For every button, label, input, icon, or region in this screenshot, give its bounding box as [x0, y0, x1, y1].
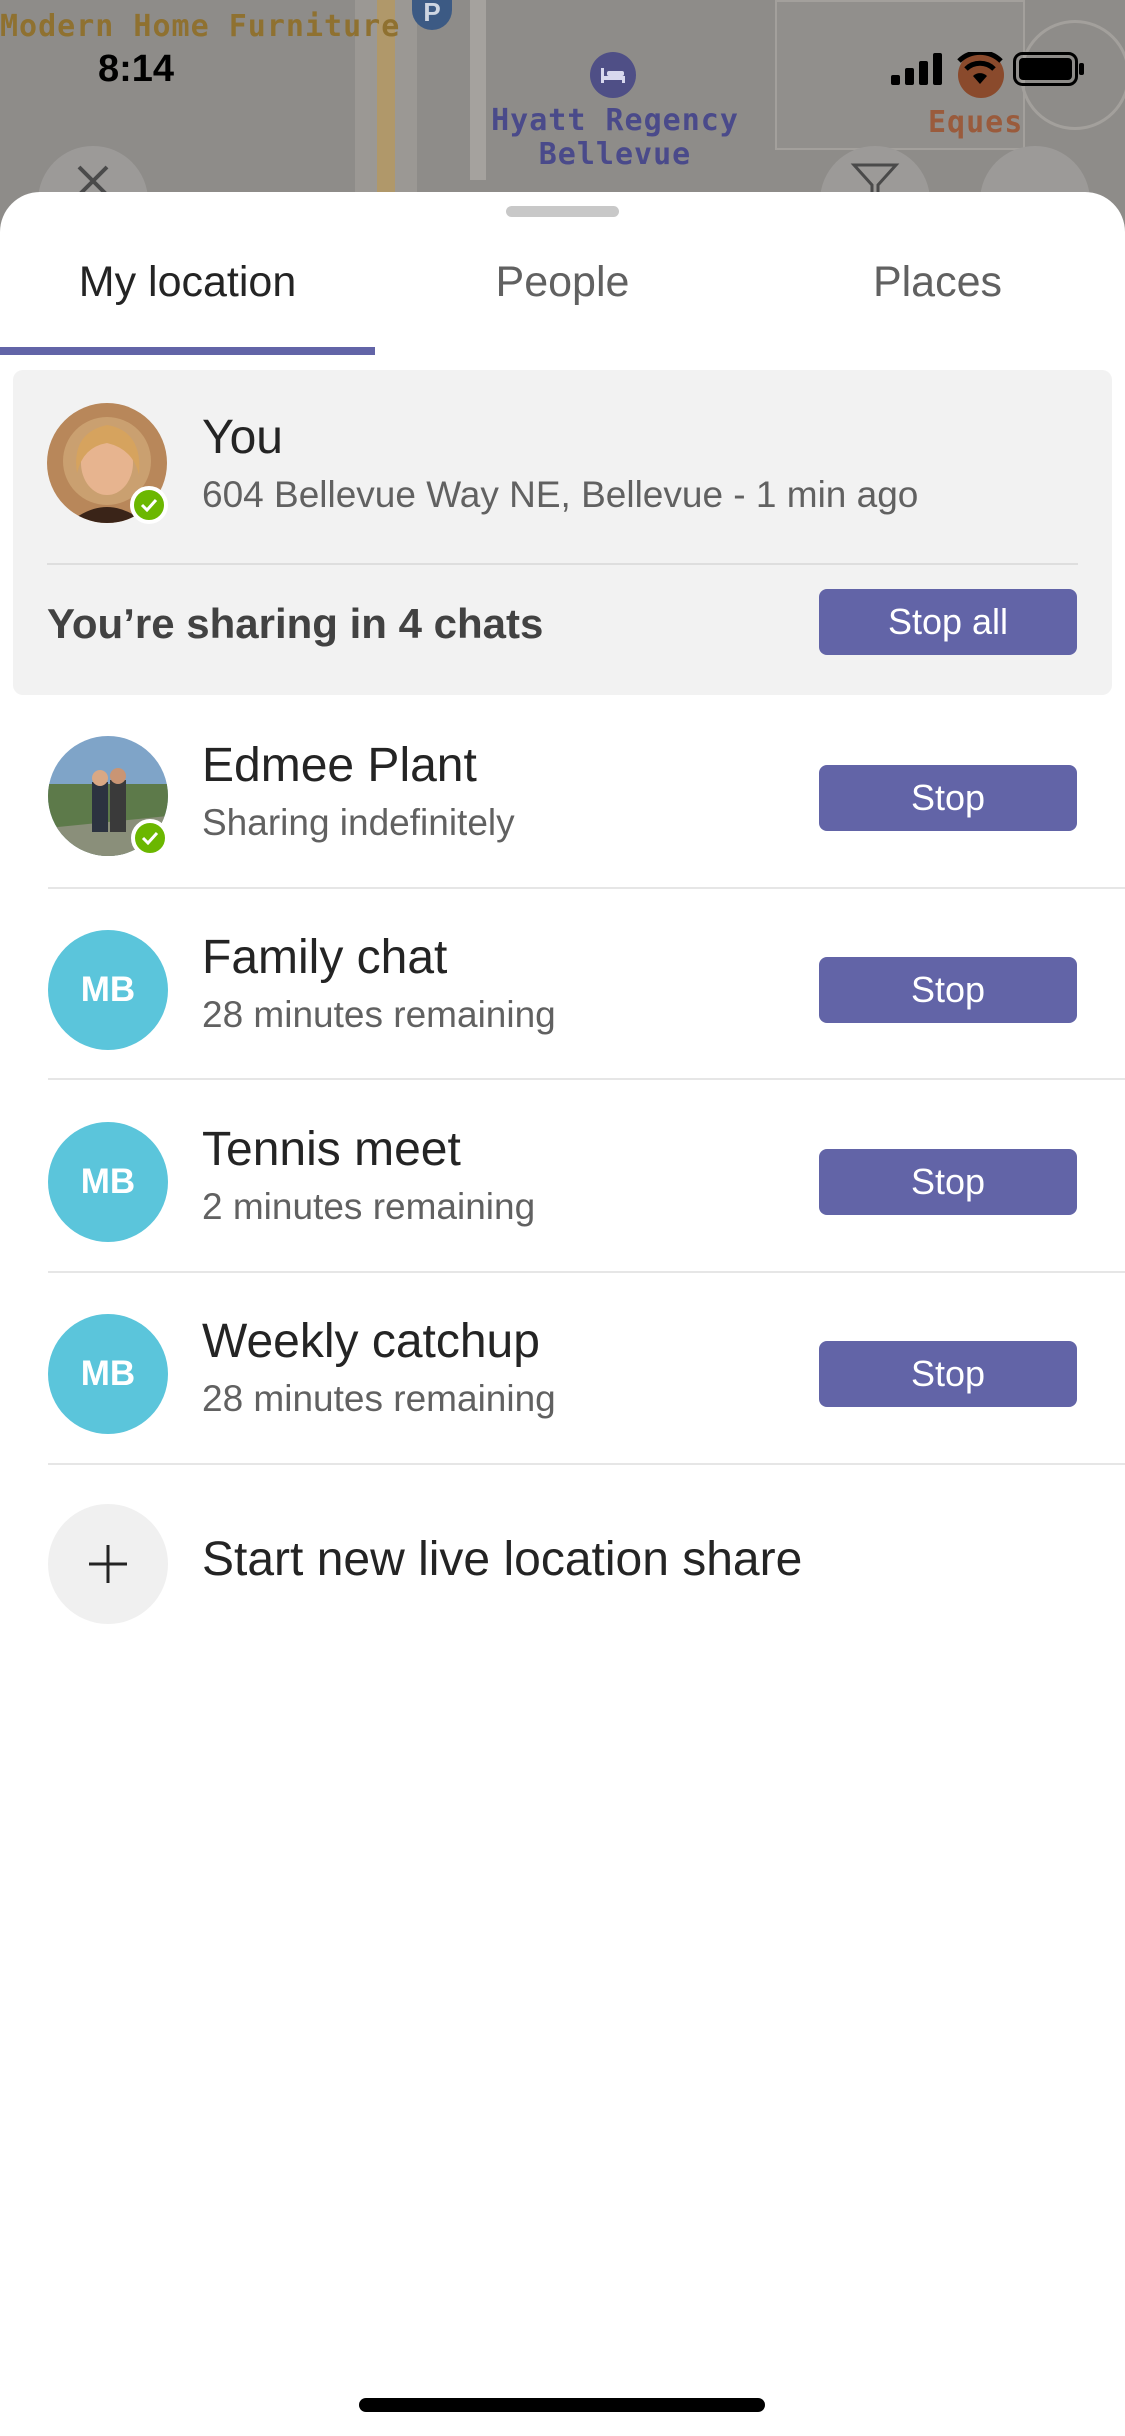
my-location-card: You 604 Bellevue Way NE, Bellevue - 1 mi… [13, 370, 1112, 695]
you-address: 604 Bellevue Way NE, Bellevue - 1 min ag… [202, 474, 919, 515]
tab-label: My location [78, 258, 297, 306]
start-new-share-label: Start new live location share [202, 1533, 803, 1586]
wifi-icon [957, 52, 1003, 84]
divider [48, 1078, 1125, 1080]
divider [48, 887, 1125, 889]
avatar: MB [48, 930, 168, 1050]
tab-label: Places [872, 258, 1003, 306]
list-item[interactable]: Edmee Plant Sharing indefinitely Stop [0, 702, 1125, 894]
tab-label: People [495, 258, 630, 306]
status-icons [891, 52, 1085, 86]
stop-share-button[interactable]: Stop [819, 957, 1077, 1023]
tab-bar: My location People Places [0, 248, 1125, 348]
stop-share-button[interactable]: Stop [819, 1149, 1077, 1215]
share-status: 28 minutes remaining [202, 994, 556, 1035]
sharing-summary: You’re sharing in 4 chats [47, 600, 544, 647]
share-status: Sharing indefinitely [202, 802, 515, 843]
avatar: MB [48, 1314, 168, 1434]
list-item[interactable]: MB Weekly catchup 28 minutes remaining S… [0, 1278, 1125, 1470]
presence-available-icon [131, 819, 169, 857]
you-name: You [202, 411, 283, 464]
share-title: Edmee Plant [202, 739, 477, 792]
tab-my-location[interactable]: My location [0, 248, 375, 348]
divider [47, 563, 1078, 565]
stop-share-button[interactable]: Stop [819, 765, 1077, 831]
home-indicator[interactable] [359, 2398, 765, 2412]
stop-share-button[interactable]: Stop [819, 1341, 1077, 1407]
share-title: Family chat [202, 931, 448, 984]
stop-all-button[interactable]: Stop all [819, 589, 1077, 655]
status-bar: 8:14 [0, 0, 1125, 140]
cellular-signal-icon [891, 53, 942, 85]
plus-icon [48, 1504, 168, 1624]
avatar: MB [48, 1122, 168, 1242]
sheet-grabber[interactable] [506, 206, 619, 217]
share-status: 2 minutes remaining [202, 1186, 536, 1227]
battery-icon [1013, 52, 1084, 86]
list-item[interactable]: MB Family chat 28 minutes remaining Stop [0, 894, 1125, 1086]
list-item[interactable]: MB Tennis meet 2 minutes remaining Stop [0, 1086, 1125, 1278]
start-new-share-button[interactable]: Start new live location share [0, 1468, 1125, 1660]
status-time: 8:14 [98, 48, 175, 90]
divider [48, 1271, 1125, 1273]
divider [48, 1463, 1125, 1465]
share-title: Tennis meet [202, 1123, 461, 1176]
tab-people[interactable]: People [375, 248, 750, 348]
share-title: Weekly catchup [202, 1315, 540, 1368]
location-sheet: My location People Places You 604 Bellev… [0, 192, 1125, 2436]
tab-active-indicator [0, 347, 375, 355]
share-status: 28 minutes remaining [202, 1378, 556, 1419]
tab-places[interactable]: Places [750, 248, 1125, 348]
presence-available-icon [130, 486, 168, 524]
